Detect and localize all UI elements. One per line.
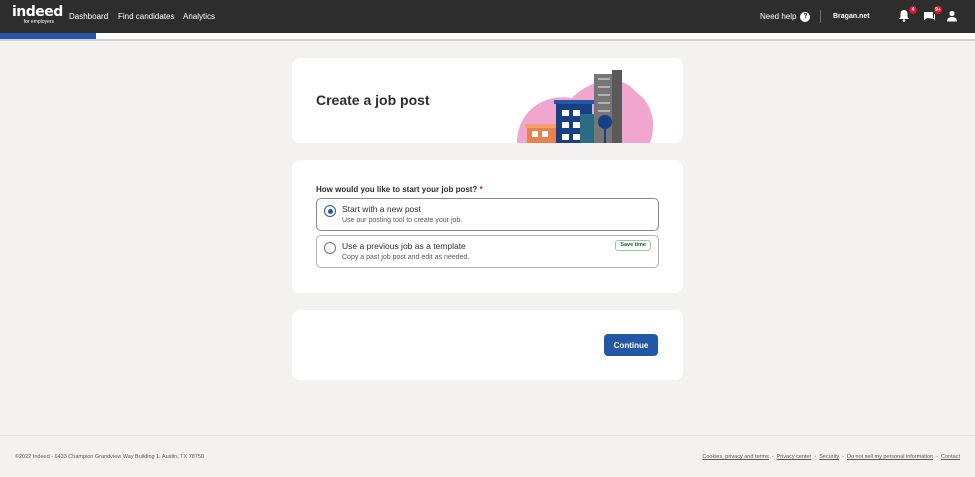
person-icon: [947, 10, 957, 22]
option-new-post[interactable]: Start with a new post Use our posting to…: [316, 198, 659, 231]
progress-rule: [0, 39, 975, 41]
messages-badge: 9+: [934, 6, 942, 14]
messages-button[interactable]: 9+: [923, 6, 942, 23]
notifications-button[interactable]: 4: [898, 6, 917, 23]
footer-separator: -: [814, 454, 817, 460]
top-nav: indeed for employers Dashboard Find cand…: [0, 0, 975, 33]
new-post-description: Use our posting tool to create your job.: [342, 217, 463, 224]
footer-link-do-not-sell[interactable]: Do not sell my personal information: [847, 454, 933, 460]
footer-links: Cookies, privacy and terms - Privacy cen…: [702, 454, 960, 460]
logo-wordmark: indeed: [12, 4, 63, 20]
nav-divider: [820, 10, 821, 23]
nav-dashboard[interactable]: Dashboard: [69, 12, 108, 21]
save-time-tag: Save time: [615, 240, 651, 251]
footer-link-security[interactable]: Security: [819, 454, 839, 460]
footer-link-cookies[interactable]: Cookies, privacy and terms: [702, 454, 768, 460]
previous-job-radio[interactable]: [324, 242, 336, 254]
footer-separator: -: [842, 454, 844, 460]
footer-copyright: ©2022 Indeed - 6433 Champion Grandview W…: [15, 454, 205, 460]
option-previous-job[interactable]: Use a previous job as a template Copy a …: [316, 235, 659, 268]
actions-card: Continue: [292, 310, 683, 380]
continue-button[interactable]: Continue: [604, 334, 658, 356]
start-question: How would you like to start your job pos…: [316, 185, 483, 194]
need-help-button[interactable]: Need help ?: [760, 0, 811, 33]
footer: ©2022 Indeed - 6433 Champion Grandview W…: [0, 435, 975, 477]
page-title: Create a job post: [316, 92, 430, 108]
indeed-logo[interactable]: indeed for employers: [12, 4, 63, 27]
start-question-text: How would you like to start your job pos…: [316, 185, 478, 194]
account-name[interactable]: Bragan.net: [833, 0, 870, 33]
profile-button[interactable]: [946, 9, 960, 23]
nav-analytics[interactable]: Analytics: [183, 12, 215, 21]
previous-job-title: Use a previous job as a template: [342, 241, 466, 251]
required-asterisk: *: [479, 185, 483, 194]
title-card: Create a job post: [292, 58, 683, 143]
need-help-label: Need help: [760, 12, 797, 21]
footer-separator: -: [771, 454, 774, 460]
new-post-radio[interactable]: [324, 205, 336, 217]
footer-link-contact[interactable]: Contact: [941, 454, 960, 460]
footer-link-privacy-center[interactable]: Privacy center: [777, 454, 812, 460]
buildings-illustration: [517, 70, 654, 143]
question-circle-icon: ?: [800, 11, 811, 22]
job-start-card: How would you like to start your job pos…: [292, 160, 683, 293]
notifications-badge: 4: [909, 6, 917, 14]
previous-job-description: Copy a past job post and edit as needed.: [342, 254, 470, 261]
footer-separator: -: [936, 454, 939, 460]
nav-find-candidates[interactable]: Find candidates: [118, 12, 174, 21]
new-post-title: Start with a new post: [342, 204, 421, 214]
